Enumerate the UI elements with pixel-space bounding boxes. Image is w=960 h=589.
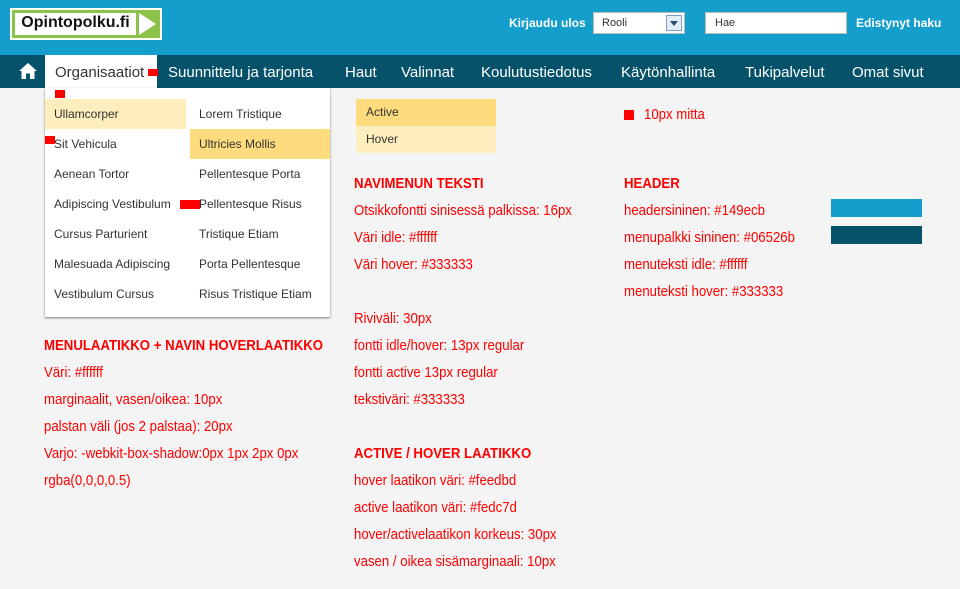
role-select-value: Rooli (602, 17, 628, 29)
spec-line: vasen / oikea sisämarginaali: 10px (354, 553, 556, 570)
menu-item-aenean-tortor[interactable]: Aenean Tortor (45, 159, 186, 189)
nav-item-organisaatiot[interactable]: Organisaatiot (55, 64, 144, 81)
spec-line: Riviväli: 30px (354, 310, 432, 327)
menu-item-sit-vehicula[interactable]: Sit Vehicula (45, 129, 186, 159)
measure-marker-column-gap (180, 200, 200, 209)
spec-header-heading: HEADER (624, 175, 680, 192)
nav-item-koulutustiedotus[interactable]: Koulutustiedotus (481, 64, 592, 81)
spec-line: active laatikon väri: #fedc7d (354, 499, 517, 516)
nav-item-haut[interactable]: Haut (345, 64, 377, 81)
menu-item-cursus-parturient[interactable]: Cursus Parturient (45, 219, 186, 249)
chevron-down-icon[interactable] (666, 15, 682, 31)
menubar-blue-swatch (831, 226, 922, 244)
nav-item-suunnittelu[interactable]: Suunnittelu ja tarjonta (168, 64, 313, 81)
menu-item-lorem-tristique[interactable]: Lorem Tristique (190, 99, 330, 129)
legend-marker-square (624, 110, 634, 120)
spec-line: Väri: #ffffff (44, 364, 103, 381)
spec-nav-text-heading: NAVIMENUN TEKSTI (354, 175, 484, 192)
spec-line: Väri idle: #ffffff (354, 229, 438, 246)
menu-item-porta-pellentesque[interactable]: Porta Pellentesque (190, 249, 330, 279)
nav-item-kaytonhallinta[interactable]: Käytönhallinta (621, 64, 715, 81)
menu-item-adipiscing-vestibulum[interactable]: Adipiscing Vestibulum (45, 189, 186, 219)
advanced-search-link[interactable]: Edistynyt haku (856, 16, 941, 30)
nav-item-tukipalvelut[interactable]: Tukipalvelut (745, 64, 824, 81)
home-icon[interactable] (19, 63, 37, 79)
header-blue-swatch (831, 199, 922, 217)
dropdown-arrow-glyph (670, 21, 678, 26)
menu-item-pellentesque-porta[interactable]: Pellentesque Porta (190, 159, 330, 189)
spec-menu-box-heading: MENULAATIKKO + NAVIN HOVERLAATIKKO (44, 337, 324, 354)
logo-text: Opintopolku.fi (21, 14, 130, 31)
spec-line: fontti idle/hover: 13px regular (354, 337, 525, 354)
spec-line: menuteksti idle: #ffffff (624, 256, 748, 273)
logout-link[interactable]: Kirjaudu ulos (509, 16, 586, 30)
nav-item-omat-sivut[interactable]: Omat sivut (852, 64, 924, 81)
spec-active-hover-heading: ACTIVE / HOVER LAATIKKO (354, 445, 532, 462)
menu-item-vestibulum-cursus[interactable]: Vestibulum Cursus (45, 279, 186, 309)
spec-line: Varjo: -webkit-box-shadow:0px 1px 2px 0p… (44, 445, 299, 462)
opintopolku-logo[interactable]: Opintopolku.fi (10, 8, 162, 40)
spec-line: fontti active 13px regular (354, 364, 498, 381)
spec-line: marginaalit, vasen/oikea: 10px (44, 391, 223, 408)
spec-line: menuteksti hover: #333333 (624, 283, 784, 300)
role-select[interactable]: Rooli (593, 12, 685, 34)
logo-arrow-icon (139, 13, 156, 35)
spec-line: tekstiväri: #333333 (354, 391, 465, 408)
header-bar: Opintopolku.fi Kirjaudu ulos Rooli Edist… (0, 0, 960, 55)
spec-line: headersininen: #149ecb (624, 202, 765, 219)
spec-line: hover/activelaatikon korkeus: 30px (354, 526, 557, 543)
spec-line: palstan väli (jos 2 palstaa): 20px (44, 418, 233, 435)
measure-marker-nav (148, 69, 158, 76)
legend-marker-label: 10px mitta (644, 106, 705, 123)
search-input[interactable] (705, 12, 847, 34)
spec-line: rgba(0,0,0,0.5) (44, 472, 131, 489)
spec-line: Otsikkofontti sinisessä palkissa: 16px (354, 202, 572, 219)
measure-marker-left (45, 136, 55, 144)
menu-item-pellentesque-risus[interactable]: Pellentesque Risus (190, 189, 330, 219)
spec-line: menupalkki sininen: #06526b (624, 229, 795, 246)
menu-item-risus-tristique-etiam[interactable]: Risus Tristique Etiam (190, 279, 330, 309)
hover-state-sample: Hover (356, 126, 496, 153)
measure-marker-top (55, 90, 65, 98)
menu-item-tristique-etiam[interactable]: Tristique Etiam (190, 219, 330, 249)
nav-item-valinnat[interactable]: Valinnat (401, 64, 454, 81)
spec-line: Väri hover: #333333 (354, 256, 473, 273)
logo-text-box: Opintopolku.fi (15, 13, 136, 35)
menu-item-malesuada-adipiscing[interactable]: Malesuada Adipiscing (45, 249, 186, 279)
menu-item-ullamcorper[interactable]: Ullamcorper (45, 99, 186, 129)
active-state-sample: Active (356, 99, 496, 126)
menu-item-ultricies-mollis[interactable]: Ultricies Mollis (190, 129, 330, 159)
spec-line: hover laatikon väri: #feedbd (354, 472, 517, 489)
